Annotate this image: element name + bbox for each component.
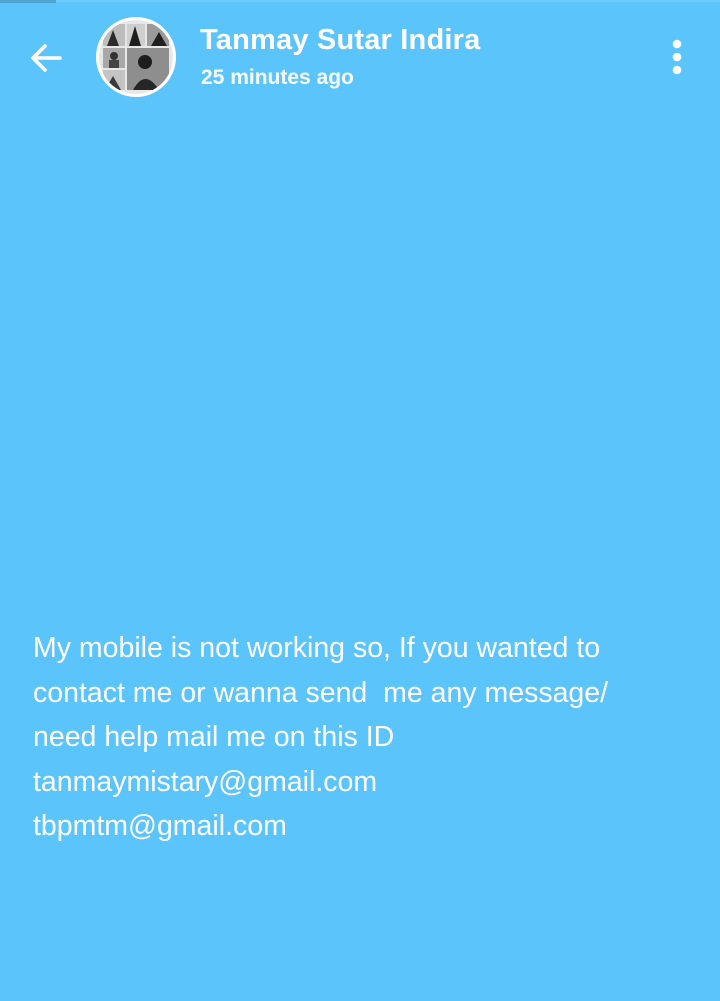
status-text-line: need help mail me on this ID (33, 721, 395, 753)
status-text: My mobile is not working so, If you want… (33, 626, 703, 849)
more-options-button[interactable] (654, 32, 700, 82)
avatar[interactable] (96, 17, 176, 97)
status-view-screen: Tanmay Sutar Indira 25 minutes ago My mo… (0, 0, 720, 1001)
profile-photo-collage (99, 20, 173, 94)
email-link[interactable]: tbpmtm@gmail.com (33, 804, 703, 849)
more-vertical-icon (672, 39, 682, 75)
email-link[interactable]: tanmaymistary@gmail.com (33, 760, 703, 805)
status-text-line: My mobile is not working so, If you want… (33, 632, 601, 664)
arrow-left-icon (31, 44, 62, 72)
status-time: 25 minutes ago (201, 66, 354, 89)
status-text-line: contact me or wanna send me any message/ (33, 676, 609, 709)
back-button[interactable] (18, 30, 74, 86)
status-header: Tanmay Sutar Indira 25 minutes ago (0, 0, 720, 115)
contact-name: Tanmay Sutar Indira (200, 24, 481, 56)
